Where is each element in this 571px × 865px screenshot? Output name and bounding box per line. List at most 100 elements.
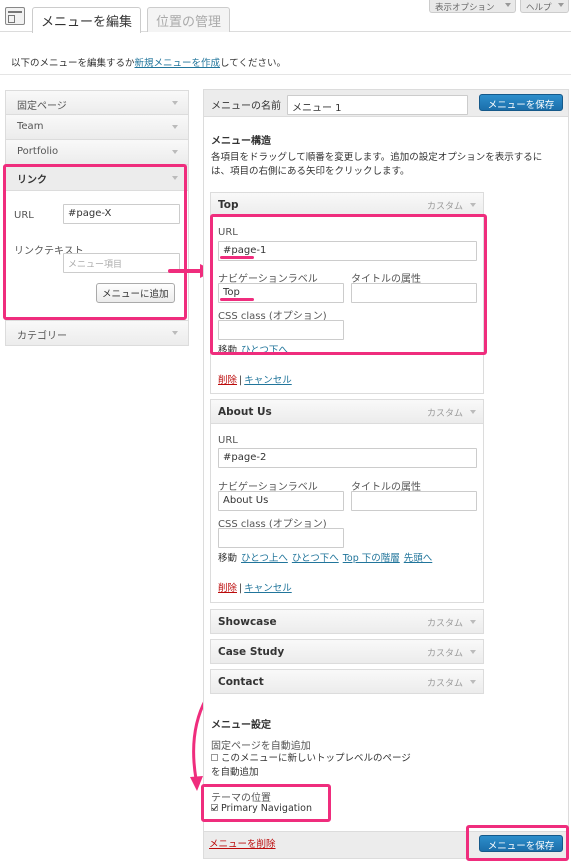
primary-navigation-checkbox[interactable]: [211, 804, 218, 811]
menu-item-type: カスタム: [426, 619, 463, 629]
move-under-top-link[interactable]: Top 下の階層: [343, 553, 400, 564]
chevron-down-icon[interactable]: [470, 203, 476, 207]
menu-item-type: カスタム: [426, 202, 463, 212]
auto-add-text-2: を自動追加: [211, 767, 259, 778]
cancel-link[interactable]: キャンセル: [244, 583, 292, 594]
menu-settings-title: メニュー設定: [211, 720, 271, 731]
move-to-top-link[interactable]: 先頭へ: [404, 553, 433, 564]
save-menu-button-top[interactable]: メニューを保存: [479, 94, 563, 111]
underline-nav-label: [220, 298, 254, 301]
chevron-down-icon: [558, 3, 564, 7]
action-divider: |: [239, 583, 243, 594]
css-class-input[interactable]: [218, 320, 344, 340]
auto-add-option: このメニューに新しいトップレベルのページ: [211, 752, 411, 766]
link-url-input[interactable]: #page-X: [63, 204, 180, 224]
menu-item-top[interactable]: Top カスタム: [210, 192, 484, 217]
chevron-down-icon: [172, 125, 178, 129]
create-new-menu-link[interactable]: 新規メニューを作成: [135, 58, 221, 69]
footer-actions: メニューを削除: [209, 836, 280, 850]
screen-options-label: 表示オプション: [435, 3, 495, 13]
menu-item-case-study[interactable]: Case Study カスタム: [210, 639, 484, 664]
auto-add-label: 固定ページを自動追加: [211, 741, 311, 752]
title-attr-input[interactable]: [351, 283, 477, 303]
tab-manage-locations[interactable]: 位置の管理: [147, 7, 231, 32]
chevron-down-icon: [172, 150, 178, 154]
url-input[interactable]: #page-2: [218, 448, 477, 468]
screen-options-button[interactable]: 表示オプション: [429, 0, 516, 13]
move-down-link[interactable]: ひとつ下へ: [241, 345, 288, 356]
links-panel: リンク URL #page-X リンクテキスト メニュー項目 メニューに追加: [5, 165, 189, 321]
primary-navigation-label: Primary Navigation: [221, 803, 312, 814]
sidebar-item-label: カテゴリー: [17, 331, 67, 342]
auto-add-checkbox[interactable]: [211, 754, 218, 761]
menu-item-showcase[interactable]: Showcase カスタム: [210, 609, 484, 634]
remove-link[interactable]: 削除: [218, 583, 237, 594]
move-label: 移動: [218, 345, 238, 356]
menu-name-input[interactable]: メニュー 1: [287, 95, 468, 115]
tab-edit-menus[interactable]: メニューを編集: [32, 7, 142, 33]
theme-location-option: Primary Navigation: [211, 802, 312, 816]
sidebar-item-pages[interactable]: 固定ページ: [5, 90, 189, 115]
links-panel-header[interactable]: リンク: [6, 165, 188, 191]
sidebar-item-team[interactable]: Team: [5, 115, 189, 140]
sidebar-item-categories[interactable]: カテゴリー: [5, 321, 189, 346]
links-panel-title: リンク: [17, 175, 47, 186]
url-label: URL: [218, 227, 238, 238]
menu-item-title: Case Study: [218, 646, 285, 658]
menu-item-type: カスタム: [426, 679, 463, 689]
title-attr-input[interactable]: [351, 491, 477, 511]
chevron-down-icon: [172, 101, 178, 105]
intro-text: 以下のメニューを編集するか新規メニューを作成してください。: [11, 55, 286, 69]
move-up-link[interactable]: ひとつ上へ: [241, 553, 288, 564]
menu-item-type: カスタム: [426, 409, 463, 419]
sidebar-item-portfolio[interactable]: Portfolio: [5, 140, 189, 165]
menus-page-icon: [5, 7, 25, 25]
menu-item-type: カスタム: [426, 649, 463, 659]
remove-link[interactable]: 削除: [218, 375, 237, 386]
link-url-label: URL: [14, 210, 34, 221]
chevron-down-icon[interactable]: [470, 680, 476, 684]
auto-add-text-1: このメニューに新しいトップレベルのページ: [221, 753, 411, 764]
menu-item-title: Showcase: [218, 616, 277, 628]
move-down-link[interactable]: ひとつ下へ: [292, 553, 339, 564]
move-row: 移動 ひとつ下へ: [218, 342, 292, 356]
link-text-input[interactable]: メニュー項目: [63, 253, 180, 273]
cancel-link[interactable]: キャンセル: [244, 375, 292, 386]
help-label: ヘルプ: [526, 3, 552, 13]
chevron-down-icon: [505, 3, 511, 7]
intro-before: 以下のメニューを編集するか: [11, 58, 135, 69]
top-bar: メニューを編集 位置の管理 表示オプション ヘルプ: [0, 0, 571, 33]
sidebar-item-label: 固定ページ: [17, 101, 67, 112]
css-class-input[interactable]: [218, 528, 344, 548]
add-to-menu-button[interactable]: メニューに追加: [96, 283, 175, 303]
chevron-down-icon[interactable]: [470, 620, 476, 624]
menu-structure-desc-2: は、項目の右側にある矢印をクリックします。: [211, 166, 410, 177]
nav-label-input[interactable]: About Us: [218, 491, 344, 511]
delete-menu-link[interactable]: メニューを削除: [209, 839, 276, 850]
sidebar-item-label: Portfolio: [17, 146, 59, 157]
action-divider: |: [239, 375, 243, 386]
url-input[interactable]: #page-1: [218, 241, 477, 261]
intro-after: してください。: [220, 58, 286, 69]
move-row: 移動 ひとつ上へ ひとつ下へ Top 下の階層 先頭へ: [218, 550, 436, 564]
menu-item-about-us[interactable]: About Us カスタム: [210, 399, 484, 424]
item-actions: 削除 | キャンセル: [218, 372, 296, 386]
menu-item-title: About Us: [218, 406, 272, 418]
chevron-down-icon[interactable]: [470, 650, 476, 654]
url-label: URL: [218, 435, 238, 446]
help-button[interactable]: ヘルプ: [520, 0, 569, 13]
chevron-down-icon: [172, 331, 178, 335]
chevron-down-icon[interactable]: [470, 410, 476, 414]
move-label: 移動: [218, 553, 238, 564]
chevron-down-icon: [172, 176, 178, 180]
menu-item-contact[interactable]: Contact カスタム: [210, 669, 484, 694]
menu-structure-title: メニュー構造: [211, 136, 271, 147]
item-actions: 削除 | キャンセル: [218, 580, 296, 594]
menu-item-title: Top: [218, 199, 239, 211]
save-menu-button-bottom[interactable]: メニューを保存: [479, 835, 563, 852]
menu-structure-desc-1: 各項目をドラッグして順番を変更します。追加の設定オプションを表示するに: [211, 152, 543, 163]
add-items-sidebar: 固定ページ Team Portfolio リンク URL #page-X リンク…: [5, 90, 189, 346]
underline-url: [220, 256, 254, 259]
divider: [0, 74, 571, 75]
sidebar-item-label: Team: [17, 121, 44, 132]
